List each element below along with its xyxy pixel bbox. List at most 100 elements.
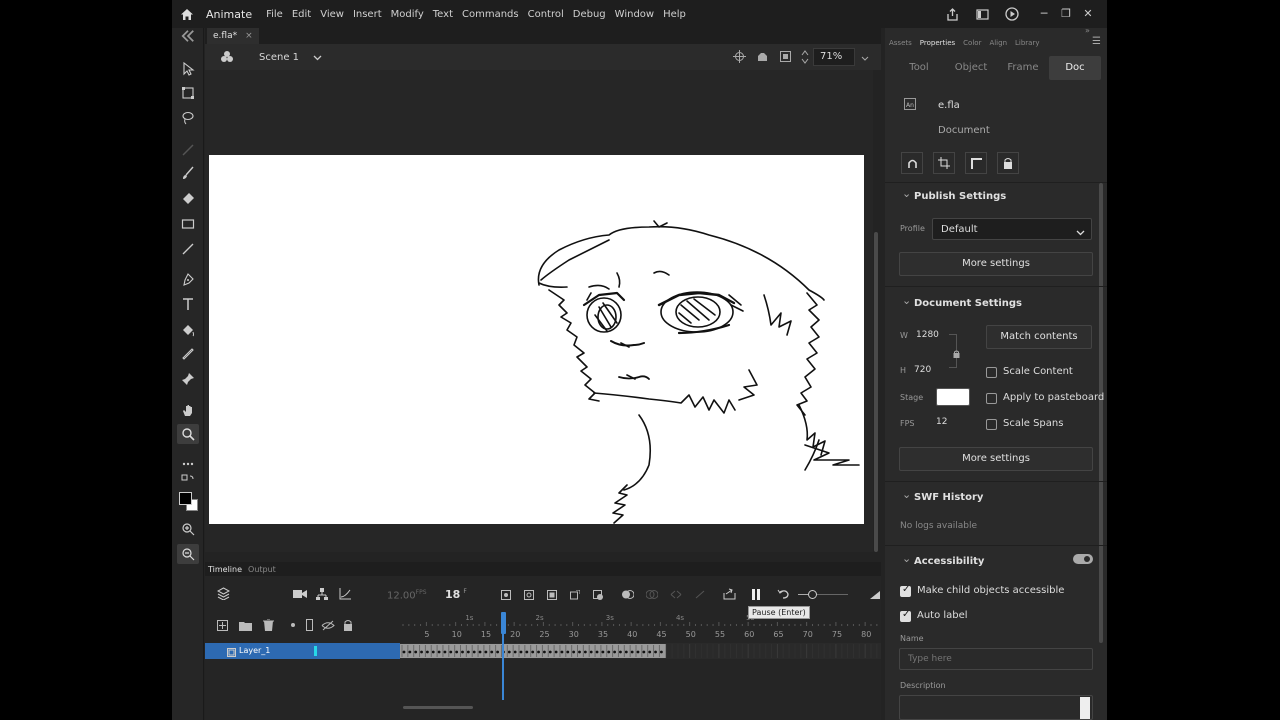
keyframe-dot[interactable]	[554, 650, 558, 654]
workspace-icon[interactable]	[969, 4, 995, 24]
collapse-icon[interactable]	[177, 30, 199, 42]
keyframe-dot[interactable]	[431, 650, 435, 654]
pasteboard[interactable]	[205, 70, 873, 552]
layer-color-marker[interactable]	[314, 646, 317, 656]
keyframe-dot[interactable]	[472, 650, 476, 654]
pause-icon[interactable]	[751, 589, 761, 603]
keyframe-dot[interactable]	[466, 650, 470, 654]
stroke-color-swatch[interactable]	[179, 492, 192, 505]
keyframe-dot[interactable]	[496, 650, 499, 654]
zoom-input[interactable]: 71%	[813, 48, 855, 66]
onion-outline-icon[interactable]	[646, 589, 658, 600]
keyframe-dot[interactable]	[642, 650, 646, 654]
menu-insert[interactable]: Insert	[353, 9, 382, 20]
layer-name[interactable]: Layer_1	[239, 646, 270, 655]
document-tab[interactable]: e.fla* ×	[207, 28, 259, 44]
stage-size-icon[interactable]	[933, 152, 955, 174]
test-movie-icon[interactable]	[999, 4, 1025, 24]
scene-name[interactable]: Scene 1	[259, 52, 299, 63]
insert-blank-keyframe-icon[interactable]	[524, 590, 534, 600]
home-icon[interactable]	[176, 3, 198, 25]
more-tools-icon[interactable]	[177, 454, 199, 474]
lock-icon[interactable]	[997, 152, 1019, 174]
timeline-horizontal-scrollbar[interactable]	[403, 706, 473, 709]
menu-help[interactable]: Help	[663, 9, 686, 20]
export-icon[interactable]	[723, 588, 736, 603]
new-layer-icon[interactable]	[217, 620, 228, 634]
keyframe-dot[interactable]	[519, 650, 523, 654]
keyframe-dot[interactable]	[619, 650, 622, 654]
lasso-tool-icon[interactable]	[177, 108, 199, 128]
close-icon[interactable]: ✕	[1077, 7, 1099, 21]
edit-symbols-icon[interactable]	[220, 50, 234, 67]
keyframe-dot[interactable]	[420, 650, 423, 654]
accessibility-name-input[interactable]	[899, 648, 1093, 670]
new-folder-icon[interactable]	[239, 620, 252, 634]
scale-spans-checkbox[interactable]	[986, 419, 997, 430]
width-value[interactable]: 1280	[916, 330, 939, 340]
keyframe-dot[interactable]	[478, 650, 482, 654]
keyframe-dot[interactable]	[513, 650, 517, 654]
keyframe-dot[interactable]	[560, 650, 564, 654]
restore-icon[interactable]: ❐	[1055, 7, 1077, 21]
current-frame[interactable]: 18 F	[445, 588, 467, 601]
keyframe-dot[interactable]	[437, 650, 441, 654]
zoom-dropdown-icon[interactable]	[861, 51, 869, 64]
auto-label-checkbox[interactable]	[900, 609, 911, 622]
close-tab-icon[interactable]: ×	[245, 28, 253, 44]
keyframe-dot[interactable]	[490, 650, 494, 654]
keyframe-dot[interactable]	[636, 650, 640, 654]
keyframe-dot[interactable]	[601, 650, 605, 654]
description-scrollbar[interactable]	[1080, 697, 1090, 719]
paint-bucket-tool-icon[interactable]	[177, 320, 199, 340]
keyframe-dot[interactable]	[595, 650, 599, 654]
segment-tool[interactable]: Tool	[893, 56, 945, 80]
panel-collapse-icon[interactable]: »	[1085, 26, 1090, 35]
playhead-handle[interactable]	[500, 612, 506, 634]
fps-field[interactable]: 12	[936, 417, 947, 427]
tab-library[interactable]: Library	[1015, 39, 1039, 47]
zoom-out-icon[interactable]	[177, 544, 199, 564]
layers-toggle-icon[interactable]	[216, 587, 231, 603]
segment-doc[interactable]: Doc	[1049, 56, 1101, 80]
segment-frame[interactable]: Frame	[997, 56, 1049, 80]
snap-icon[interactable]	[901, 152, 923, 174]
panel-scrollbar[interactable]	[1099, 183, 1103, 643]
hand-tool-icon[interactable]	[177, 400, 199, 420]
accessibility-header[interactable]: Accessibility	[902, 552, 985, 567]
profile-select[interactable]: Default	[932, 218, 1092, 240]
keyframe-dot[interactable]	[461, 650, 464, 654]
keyframe-dot[interactable]	[537, 650, 540, 654]
panel-menu-icon[interactable]: ☰	[1092, 36, 1101, 47]
menu-text[interactable]: Text	[433, 9, 453, 20]
swap-colors-icon[interactable]	[177, 474, 199, 488]
edit-multiple-icon[interactable]	[670, 589, 682, 600]
share-icon[interactable]	[939, 4, 965, 24]
tab-color[interactable]: Color	[963, 39, 981, 47]
delete-layer-icon[interactable]	[263, 618, 274, 634]
eraser-tool-icon[interactable]	[177, 188, 199, 208]
keyframe-dot[interactable]	[525, 650, 529, 654]
highlight-layers-icon[interactable]	[291, 623, 295, 627]
undo-icon[interactable]	[777, 588, 790, 603]
document-more-settings-button[interactable]: More settings	[899, 447, 1093, 471]
delete-frame-icon[interactable]	[593, 590, 603, 600]
brush-tool-icon[interactable]	[177, 163, 199, 183]
keyframe-dot[interactable]	[654, 650, 657, 654]
swf-history-header[interactable]: SWF History	[902, 488, 983, 503]
tab-properties[interactable]: Properties	[920, 39, 955, 47]
zoom-stepper-icon[interactable]	[801, 49, 809, 68]
frame-zoom-slider[interactable]	[798, 590, 850, 600]
keyframe-dot[interactable]	[613, 650, 616, 654]
keyframe-dot[interactable]	[589, 650, 593, 654]
lock-layers-icon[interactable]	[343, 619, 353, 634]
publish-settings-header[interactable]: Publish Settings	[902, 187, 1006, 202]
accessibility-toggle[interactable]	[1073, 554, 1093, 564]
stage-vertical-scrollbar[interactable]	[874, 232, 878, 552]
keyframe-dot[interactable]	[426, 650, 429, 654]
layer-row[interactable]: Layer_1	[205, 643, 400, 659]
height-value[interactable]: 720	[914, 365, 931, 375]
stage-color-swatch[interactable]	[936, 388, 970, 406]
segment-object[interactable]: Object	[945, 56, 997, 80]
pin-tool-icon[interactable]	[177, 369, 199, 389]
